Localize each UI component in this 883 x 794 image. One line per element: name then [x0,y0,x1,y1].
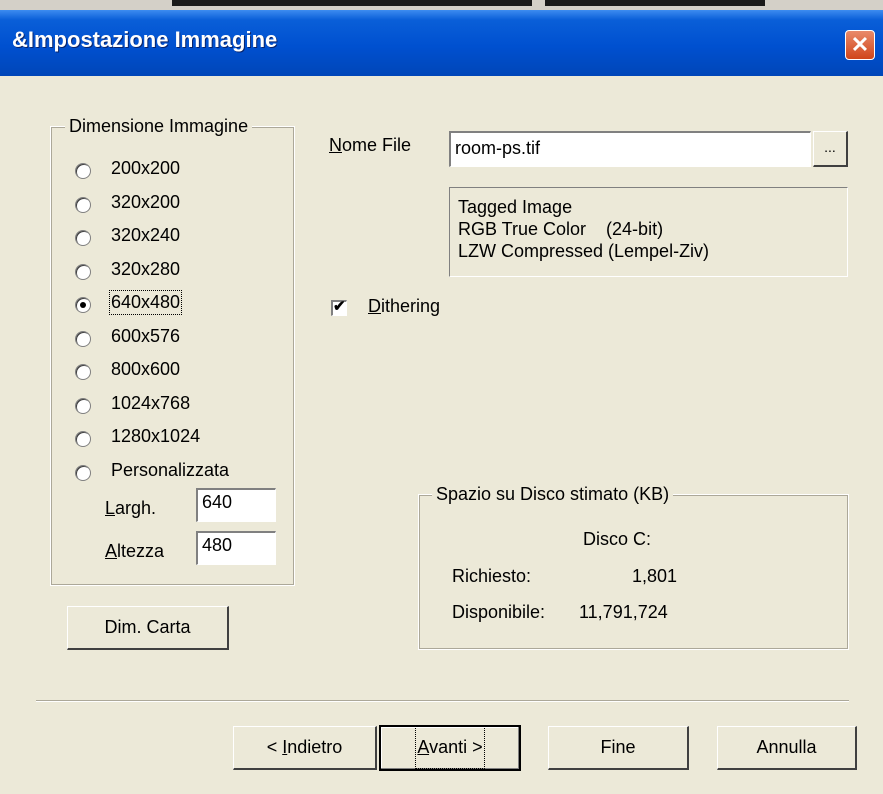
radio-icon[interactable] [75,431,91,447]
file-format-line: Tagged Image [458,197,573,217]
cancel-button[interactable]: Annulla [717,726,857,770]
title-bar[interactable]: &Impostazione Immagine ✕ [0,10,883,76]
back-button[interactable]: < Indietro [233,726,377,770]
height-label: Altezza [105,541,165,561]
close-icon: ✕ [850,32,870,57]
dithering-label[interactable]: Dithering [368,296,440,317]
image-size-group-label: Dimensione Immagine [65,116,253,137]
file-name-label: Nome File [329,135,412,155]
size-option-label: 640x480 [108,290,183,315]
size-option-label: 200x200 [111,158,181,178]
browse-button-label: ... [824,139,836,155]
height-input[interactable]: 480 [196,531,276,565]
required-label: Richiesto: [452,566,532,586]
file-format-info: Tagged Image RGB True Color (24-bit) LZW… [449,187,848,277]
back-button-label: < Indietro [266,737,343,757]
radio-icon[interactable] [75,364,91,380]
divider [36,700,849,702]
file-format-line: RGB True Color (24-bit) [458,219,664,239]
next-button[interactable]: Avanti > [379,725,521,771]
disk-space-group-label: Spazio su Disco stimato (KB) [432,484,674,505]
paper-size-button[interactable]: Dim. Carta [67,606,229,650]
size-option-label: Personalizzata [111,459,230,480]
size-option-label: 320x240 [111,225,181,245]
width-input[interactable]: 640 [196,488,276,522]
next-button-label: Avanti > [415,725,485,769]
radio-icon[interactable] [75,397,91,414]
radio-selected-icon[interactable] [75,297,91,313]
size-option-label: 1024x768 [111,392,191,413]
checkmark-icon: ✔ [333,298,346,315]
radio-icon[interactable] [75,330,91,347]
drive-label: Disco C: [583,529,652,549]
size-option-label: 320x200 [111,191,181,212]
size-option-label: 600x576 [111,325,181,346]
window-title: &Impostazione Immagine [12,27,278,52]
finish-button-label: Fine [600,737,636,757]
available-label: Disponibile: [452,602,546,622]
radio-icon[interactable] [75,464,91,481]
width-label: Largh. [105,498,157,518]
radio-icon[interactable] [75,230,91,246]
required-value: 1,801 [632,566,678,586]
finish-button[interactable]: Fine [548,726,689,770]
radio-dot-icon [80,302,86,308]
browse-button[interactable]: ... [813,131,848,167]
available-value: 11,791,724 [579,602,668,622]
dithering-checkbox[interactable]: ✔ [331,298,347,316]
size-option-label: 800x600 [111,359,181,379]
file-format-line: LZW Compressed (Lempel-Ziv) [458,241,710,261]
size-option-label: 320x280 [111,258,181,279]
size-option-label: 1280x1024 [111,426,201,446]
radio-icon[interactable] [75,263,91,280]
paper-size-button-label: Dim. Carta [104,617,191,637]
close-button[interactable]: ✕ [845,30,875,60]
background-window-strip [0,0,883,10]
cancel-button-label: Annulla [756,737,817,757]
radio-icon[interactable] [75,163,91,179]
file-name-input[interactable]: room-ps.tif [449,131,811,167]
radio-icon[interactable] [75,196,91,213]
